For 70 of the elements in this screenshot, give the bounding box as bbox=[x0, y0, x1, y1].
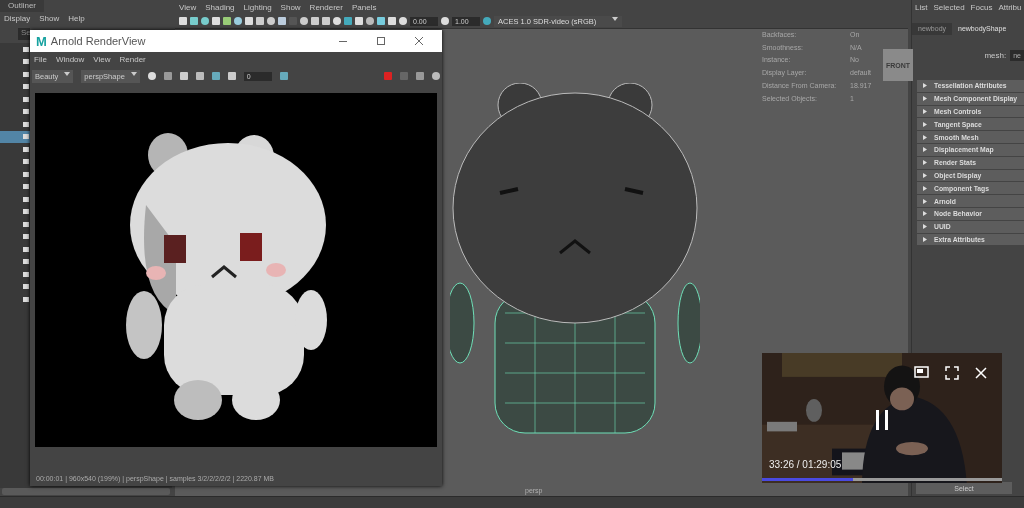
maximize-icon bbox=[377, 37, 385, 45]
node-icon bbox=[23, 146, 29, 152]
fullscreen-button[interactable] bbox=[944, 365, 960, 381]
node-icon bbox=[23, 84, 29, 90]
node-icon bbox=[23, 221, 29, 227]
panel-title[interactable]: Outliner bbox=[0, 0, 44, 12]
node-icon bbox=[23, 234, 29, 240]
node-icon bbox=[23, 96, 29, 102]
menu-item[interactable]: File bbox=[34, 54, 47, 64]
menu-item[interactable]: View bbox=[179, 2, 197, 12]
menu-item[interactable]: Focus bbox=[970, 2, 993, 12]
menu-item[interactable]: Help bbox=[68, 14, 85, 23]
node-icon bbox=[23, 121, 29, 127]
settings-icon[interactable] bbox=[432, 72, 440, 80]
window-title: Arnold RenderView bbox=[50, 35, 147, 47]
node-icon bbox=[23, 59, 29, 65]
progress-track[interactable] bbox=[762, 478, 1002, 481]
close-button[interactable] bbox=[973, 365, 989, 381]
node-icon bbox=[23, 196, 29, 202]
app-logo: M bbox=[36, 33, 47, 49]
field-label: mesh: bbox=[984, 50, 1007, 60]
gamma-icon[interactable] bbox=[441, 17, 449, 25]
node-icon bbox=[23, 109, 29, 115]
node-icon bbox=[23, 46, 29, 52]
expand-icon bbox=[923, 96, 927, 102]
node-icon bbox=[23, 159, 29, 165]
menu-item[interactable]: Display bbox=[4, 14, 31, 23]
node-icon bbox=[23, 184, 29, 190]
menu-item[interactable]: Render bbox=[119, 54, 146, 64]
expand-icon bbox=[923, 185, 927, 191]
scrollbar[interactable] bbox=[2, 488, 170, 495]
node-icon bbox=[23, 284, 29, 290]
node-icon bbox=[23, 134, 29, 140]
exposure-icon[interactable] bbox=[399, 17, 407, 25]
expand-icon bbox=[923, 134, 927, 140]
menu-item[interactable]: Window bbox=[55, 54, 85, 64]
expand-icon bbox=[923, 109, 927, 114]
close-icon bbox=[415, 37, 423, 45]
playback-time: 33:26 / 01:29:05 bbox=[769, 459, 842, 470]
menu-item[interactable]: Show bbox=[39, 14, 60, 23]
menu-item[interactable]: Attribu bbox=[998, 2, 1022, 12]
menu-item[interactable]: Renderer bbox=[309, 2, 343, 12]
menu-item[interactable]: Shading bbox=[205, 2, 235, 12]
menu-item[interactable]: Show bbox=[280, 2, 301, 12]
search-field[interactable]: Se bbox=[18, 28, 30, 40]
tool-icon[interactable] bbox=[279, 72, 288, 80]
node-icon bbox=[23, 271, 29, 277]
outliner-row[interactable] bbox=[0, 130, 30, 143]
menu-item[interactable]: View bbox=[93, 54, 111, 64]
expand-icon bbox=[923, 198, 927, 204]
menu-item[interactable]: List bbox=[915, 2, 928, 12]
picture-in-picture-button[interactable] bbox=[914, 365, 930, 381]
node-icon bbox=[23, 259, 29, 265]
menu-item[interactable]: Selected bbox=[933, 2, 965, 12]
node-icon bbox=[23, 71, 29, 77]
caret-icon bbox=[612, 16, 618, 21]
node-icon bbox=[23, 296, 29, 302]
node-icon bbox=[23, 209, 29, 215]
expand-icon bbox=[923, 121, 927, 127]
caret-icon bbox=[64, 71, 71, 76]
menu-item[interactable]: Lighting bbox=[243, 2, 272, 12]
menu-item[interactable]: Panels bbox=[351, 2, 377, 12]
minimize-icon bbox=[339, 40, 347, 42]
expand-icon bbox=[923, 147, 927, 153]
expand-icon bbox=[923, 211, 927, 217]
caret-icon bbox=[130, 71, 137, 76]
node-icon bbox=[23, 171, 29, 177]
expand-icon bbox=[923, 83, 927, 89]
color-management-icon[interactable] bbox=[483, 17, 491, 25]
node-icon bbox=[23, 246, 29, 252]
